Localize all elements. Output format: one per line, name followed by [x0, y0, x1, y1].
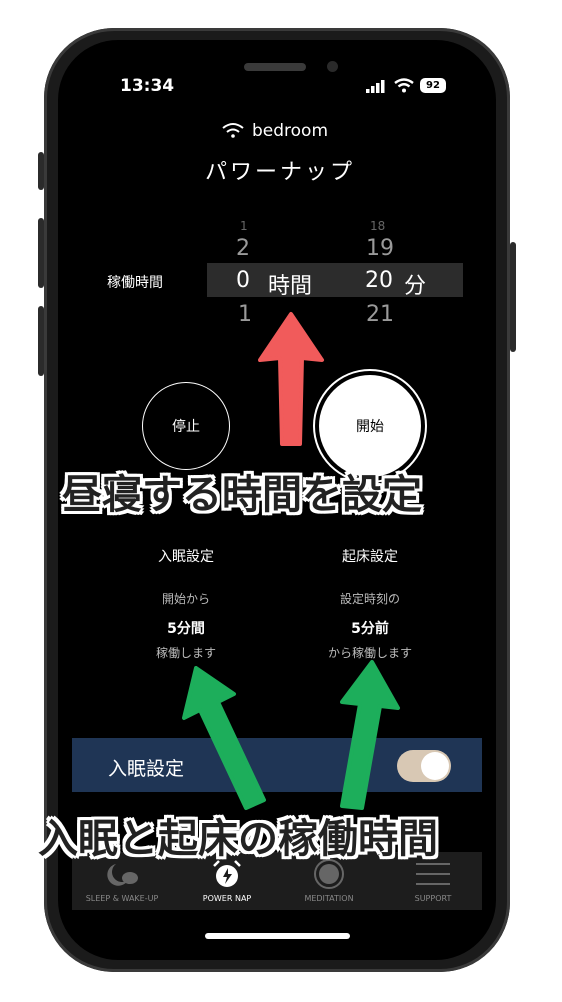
- stop-button[interactable]: 停止: [142, 382, 230, 470]
- minute-unit: 分: [404, 274, 427, 299]
- tab-meditation[interactable]: MEDITATION: [279, 894, 379, 903]
- volume-down-button: [38, 306, 44, 376]
- picker-label: 稼働時間: [107, 275, 163, 291]
- mute-switch: [38, 152, 44, 190]
- annotation-sleep-wake-duration: 入眠と起床の稼働時間: [38, 816, 438, 862]
- wifi-icon: [394, 78, 414, 93]
- sleep-settings-line1: 開始から: [161, 592, 210, 606]
- hour-option[interactable]: 2: [236, 236, 250, 261]
- red-up-arrow: [258, 312, 324, 446]
- status-time: 13:34: [120, 76, 175, 96]
- wake-settings-line1: 設定時刻の: [339, 592, 400, 606]
- hour-value[interactable]: 0: [236, 268, 250, 293]
- tab-power-nap[interactable]: POWER NAP: [177, 894, 277, 903]
- page-title: パワーナップ: [204, 160, 355, 185]
- toggle-knob[interactable]: [421, 752, 449, 780]
- wake-settings-duration: 5分前: [351, 621, 389, 637]
- home-indicator[interactable]: [205, 933, 350, 939]
- menu-lines-icon[interactable]: [416, 862, 450, 886]
- minute-option[interactable]: 18: [370, 219, 385, 233]
- signal-icon: [366, 80, 385, 93]
- moon-cloud-icon[interactable]: [104, 860, 140, 888]
- minute-value[interactable]: 20: [365, 268, 393, 293]
- power-button: [510, 242, 516, 352]
- wake-settings-heading: 起床設定: [342, 549, 398, 565]
- front-camera: [327, 61, 338, 72]
- hour-option[interactable]: 1: [238, 302, 252, 327]
- green-arrow-right: [340, 660, 400, 810]
- network-name[interactable]: bedroom: [252, 121, 328, 141]
- volume-up-button: [38, 218, 44, 288]
- tab-sleep-wakeup[interactable]: SLEEP & WAKE-UP: [72, 894, 172, 903]
- tab-support[interactable]: SUPPORT: [383, 894, 483, 903]
- annotation-set-nap-time: 昼寝する時間を設定: [62, 472, 422, 518]
- sleep-setting-label: 入眠設定: [108, 758, 185, 780]
- wifi-network-icon: [222, 123, 244, 138]
- minute-option[interactable]: 21: [366, 302, 394, 327]
- sleep-settings-line3: 稼働します: [155, 646, 216, 660]
- sleep-settings-heading: 入眠設定: [158, 549, 214, 565]
- battery-icon: 92: [420, 78, 446, 93]
- hour-option[interactable]: 1: [240, 219, 248, 233]
- green-arrow-left: [182, 666, 266, 810]
- speaker: [244, 63, 306, 71]
- sleep-settings-duration: 5分間: [167, 621, 205, 637]
- hour-unit: 時間: [268, 274, 313, 299]
- minute-option[interactable]: 19: [366, 236, 394, 261]
